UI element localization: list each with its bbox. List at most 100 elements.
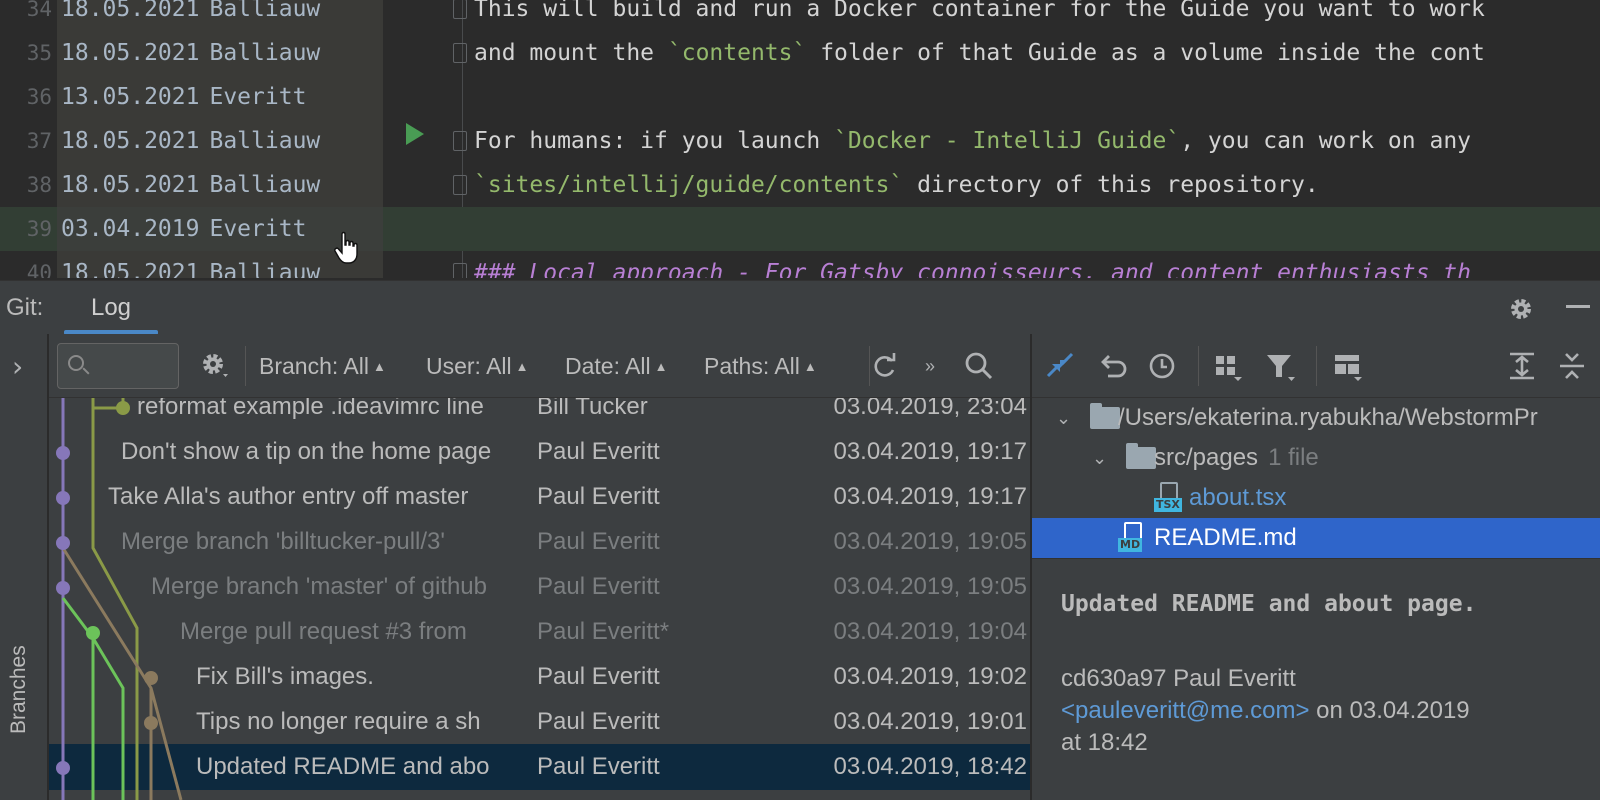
code-text: For humans: if you launch `Docker - Inte… bbox=[474, 119, 1471, 163]
blame-annotation[interactable]: 18.05.2021 Balliauw bbox=[57, 163, 383, 207]
expand-all-icon[interactable] bbox=[1506, 350, 1538, 382]
code-token: folder of that Guide as a volume inside … bbox=[806, 40, 1485, 66]
branches-label[interactable]: Branches bbox=[7, 645, 31, 734]
search-input[interactable] bbox=[94, 352, 174, 380]
line-number: 38 bbox=[26, 173, 52, 197]
code-token: For humans: if you launch bbox=[474, 128, 835, 154]
fold-marker-icon[interactable] bbox=[453, 131, 467, 151]
gear-icon[interactable] bbox=[1508, 296, 1534, 322]
commit-row[interactable]: reformat example .ideavimrc line Bill Tuc… bbox=[49, 398, 1030, 430]
commit-message: Updated README and abo bbox=[196, 753, 490, 780]
blame-annotation[interactable]: 18.05.2021 Balliauw bbox=[57, 119, 383, 163]
editor-line[interactable]: 37 18.05.2021 Balliauw For humans: if you l… bbox=[0, 119, 1600, 163]
blame-annotation[interactable]: 18.05.2021 Balliauw bbox=[57, 0, 383, 31]
tree-file-about[interactable]: TSX about.tsx bbox=[1032, 478, 1600, 518]
blame-date: 18.05.2021 bbox=[61, 0, 200, 22]
user-filter[interactable]: User: All ▲ bbox=[426, 334, 529, 399]
refresh-icon[interactable] bbox=[869, 350, 901, 382]
code-token: `sites/intellij/guide/contents` bbox=[474, 172, 904, 198]
tree-root-folder[interactable]: ⌄ /Users/ekaterina.ryabukha/WebstormPr bbox=[1032, 398, 1600, 438]
editor-line[interactable]: 39 03.04.2019 Everitt bbox=[0, 207, 1600, 251]
layout-icon[interactable] bbox=[1332, 350, 1364, 382]
code-editor[interactable]: 34 18.05.2021 Balliauw This will build and … bbox=[0, 0, 1600, 278]
root-path: /Users/ekaterina.ryabukha/WebstormPr bbox=[1118, 404, 1538, 431]
commit-row[interactable]: Updated README and abo Paul Everitt 03.04.… bbox=[49, 744, 1030, 790]
search-icon[interactable] bbox=[963, 350, 995, 382]
updown-icon: ▲ bbox=[515, 359, 529, 374]
collapse-arrows-icon[interactable] bbox=[1044, 350, 1076, 382]
search-field[interactable] bbox=[57, 343, 179, 389]
blame-date: 18.05.2021 bbox=[61, 40, 200, 66]
commit-row[interactable]: Merge pull request #3 from Paul Everitt* 0… bbox=[49, 609, 1030, 655]
commit-author: Paul Everitt bbox=[537, 483, 660, 510]
commit-row[interactable]: Tips no longer require a sh Paul Everitt 0… bbox=[49, 699, 1030, 745]
blame-author: Balliauw bbox=[209, 40, 321, 66]
commit-time: at 18:42 bbox=[1061, 729, 1148, 756]
editor-line[interactable]: 35 18.05.2021 Balliauw and mount the `conte… bbox=[0, 31, 1600, 75]
run-icon[interactable] bbox=[406, 123, 424, 145]
line-number: 39 bbox=[26, 217, 52, 241]
blame-author: Balliauw bbox=[209, 260, 321, 278]
commit-meta: cd630a97 Paul Everitt <pauleveritt@me.co… bbox=[1061, 663, 1600, 759]
blame-annotation[interactable]: 18.05.2021 Balliauw bbox=[57, 31, 383, 75]
blame-author: Everitt bbox=[209, 84, 307, 110]
blame-date: 03.04.2019 bbox=[61, 216, 200, 242]
author-email-link[interactable]: <pauleveritt@me.com> bbox=[1061, 697, 1309, 724]
changed-files-tree[interactable]: ⌄ /Users/ekaterina.ryabukha/WebstormPr ⌄… bbox=[1032, 398, 1600, 558]
tab-log[interactable]: Log bbox=[64, 281, 158, 335]
commit-date: 03.04.2019, 19:02 bbox=[833, 663, 1027, 690]
code-token: ### Local approach - For Gatsby connoiss… bbox=[474, 260, 1471, 278]
minimize-icon[interactable] bbox=[1566, 305, 1590, 308]
editor-line[interactable]: 40 18.05.2021 Balliauw ### Local approach -… bbox=[0, 251, 1600, 278]
branches-sidebar[interactable]: › Branches bbox=[0, 334, 48, 800]
blame-annotation[interactable]: 13.05.2021 Everitt bbox=[57, 75, 383, 119]
commit-row[interactable]: Don't show a tip on the home page Paul Ev… bbox=[49, 429, 1030, 475]
commit-message: Merge branch 'master' of github bbox=[151, 573, 487, 600]
updown-icon: ▲ bbox=[372, 359, 386, 374]
chevron-down-icon[interactable]: ⌄ bbox=[1056, 398, 1071, 438]
code-token: directory of this repository. bbox=[903, 172, 1319, 198]
paths-filter[interactable]: Paths: All ▲ bbox=[704, 334, 817, 399]
editor-line[interactable]: 38 18.05.2021 Balliauw `sites/intellij/guid… bbox=[0, 163, 1600, 207]
chevron-right-icon[interactable]: › bbox=[12, 350, 23, 383]
blame-author: Balliauw bbox=[209, 128, 321, 154]
log-toolbar: Branch: All ▲ User: All ▲ Date: All ▲ Paths… bbox=[49, 334, 1030, 398]
collapse-all-icon[interactable] bbox=[1556, 350, 1588, 382]
commit-row[interactable]: Merge branch 'master' of github Paul Ever… bbox=[49, 564, 1030, 610]
commit-message: Merge branch 'billtucker-pull/3' bbox=[121, 528, 445, 555]
tree-folder-src-pages[interactable]: ⌄ src/pages 1 file bbox=[1032, 438, 1600, 478]
fold-marker-icon[interactable] bbox=[453, 43, 467, 63]
commit-row[interactable]: Take Alla's author entry off master Paul … bbox=[49, 474, 1030, 520]
toolbar-separator bbox=[1198, 346, 1199, 386]
more-icon[interactable]: » bbox=[925, 350, 957, 382]
blame-date: 18.05.2021 bbox=[61, 172, 200, 198]
revert-icon[interactable] bbox=[1096, 350, 1128, 382]
tsx-file-icon: TSX bbox=[1154, 482, 1184, 514]
editor-line[interactable]: 36 13.05.2021 Everitt bbox=[0, 75, 1600, 119]
fold-marker-icon[interactable] bbox=[453, 263, 467, 278]
tree-file-readme[interactable]: MD README.md bbox=[1032, 518, 1600, 558]
commit-row[interactable]: Merge branch 'billtucker-pull/3' Paul Eve… bbox=[49, 519, 1030, 565]
code-token: `contents` bbox=[667, 40, 807, 66]
blame-author: Everitt bbox=[209, 216, 307, 242]
paths-filter-label: Paths: All bbox=[704, 353, 800, 379]
branch-filter[interactable]: Branch: All ▲ bbox=[259, 334, 386, 399]
commit-title: Updated README and about page. bbox=[1061, 591, 1477, 617]
chevron-down-icon[interactable]: ⌄ bbox=[1092, 438, 1107, 478]
commit-message: Tips no longer require a sh bbox=[196, 708, 481, 735]
commit-date: 03.04.2019, 19:05 bbox=[833, 528, 1027, 555]
group-by-icon[interactable] bbox=[1212, 350, 1244, 382]
code-text: and mount the `contents` folder of that … bbox=[474, 31, 1485, 75]
history-icon[interactable] bbox=[1146, 350, 1178, 382]
filter-icon[interactable] bbox=[1264, 350, 1296, 382]
file-type-tag: MD bbox=[1118, 538, 1143, 552]
fold-marker-icon[interactable] bbox=[453, 0, 467, 19]
fold-marker-icon[interactable] bbox=[453, 175, 467, 195]
settings-gear-icon[interactable] bbox=[201, 352, 229, 380]
commit-log-table[interactable]: reformat example .ideavimrc line Bill Tuc… bbox=[49, 398, 1030, 800]
editor-line[interactable]: 34 18.05.2021 Balliauw This will build and … bbox=[0, 0, 1600, 31]
commit-date: 03.04.2019, 19:04 bbox=[833, 618, 1027, 645]
date-filter[interactable]: Date: All ▲ bbox=[565, 334, 668, 399]
commit-row[interactable]: Fix Bill's images. Paul Everitt 03.04.2019… bbox=[49, 654, 1030, 700]
line-number: 34 bbox=[26, 0, 52, 21]
